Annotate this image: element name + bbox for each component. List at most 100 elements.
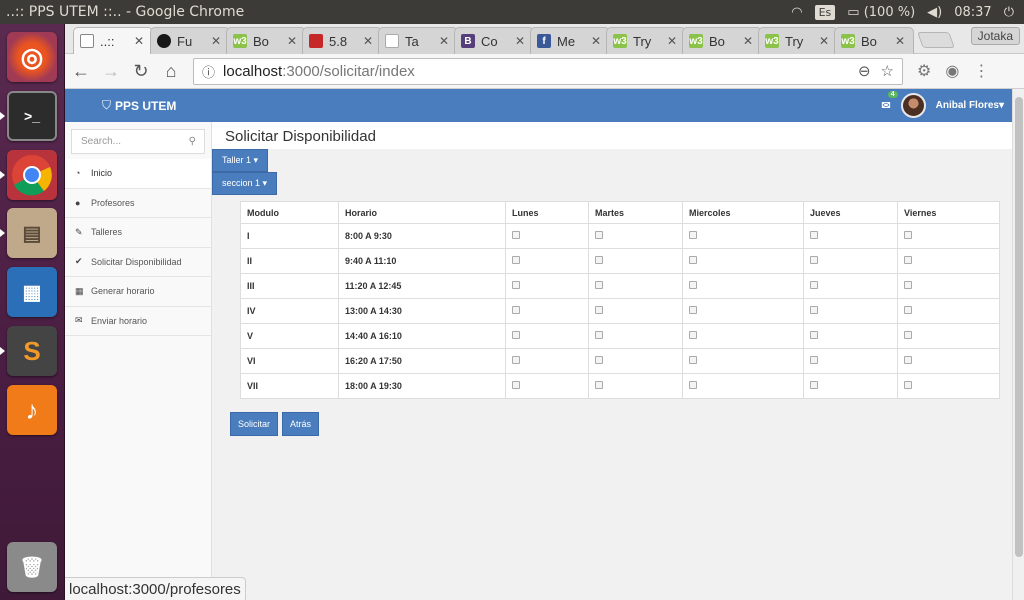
sidebar-item-inicio[interactable]: ◔ Inicio [65,159,211,189]
checkbox[interactable] [595,281,603,289]
tab-active[interactable]: ..:: ✕ [73,27,153,54]
tab[interactable]: w3 Try ✕ [758,27,838,54]
extension-icon[interactable]: ⚙ [917,61,931,81]
taller-dropdown[interactable]: Taller 1 ▾ [212,149,269,172]
checkbox[interactable] [904,281,912,289]
close-icon[interactable]: ✕ [515,34,527,48]
checkbox[interactable] [595,256,603,264]
close-icon[interactable]: ✕ [591,34,603,48]
battery-indicator[interactable]: ▭ (100 %) [847,5,915,20]
ubuntu-dash-icon[interactable]: ◎ [7,32,57,82]
solicitar-button[interactable]: Solicitar [230,412,279,436]
checkbox[interactable] [689,356,697,364]
forward-icon[interactable]: → [97,57,125,85]
close-icon[interactable]: ✕ [667,34,679,48]
checkbox[interactable] [689,331,697,339]
checkbox[interactable] [595,231,603,239]
sidebar-item-generar[interactable]: ▦ Generar horario [65,277,211,307]
terminal-icon[interactable]: >_ [7,91,57,141]
tab[interactable]: f Me ✕ [530,27,610,54]
checkbox[interactable] [512,256,520,264]
checkbox[interactable] [689,381,697,389]
close-icon[interactable]: ✕ [895,34,907,48]
power-icon[interactable]: ⏻ [1004,5,1014,20]
zoom-icon[interactable]: ⊖ [858,62,871,80]
seccion-dropdown[interactable]: seccion 1 ▾ [212,172,278,195]
trash-icon[interactable]: 🗑 [7,542,57,592]
checkbox[interactable] [512,231,520,239]
checkbox[interactable] [512,306,520,314]
page-scrollbar[interactable] [1012,89,1024,600]
search-icon[interactable]: ⚲ [189,136,196,147]
sidebar-item-enviar[interactable]: ✉ Enviar horario [65,307,211,336]
sidebar-item-talleres[interactable]: ✎ Talleres [65,218,211,248]
info-icon[interactable]: ⓘ [202,62,215,81]
checkbox[interactable] [810,256,818,264]
address-bar[interactable]: ⓘ localhost:3000/solicitar/index ⊖ ☆ [193,57,903,85]
checkbox[interactable] [512,331,520,339]
keyboard-layout-indicator[interactable]: Es [814,4,836,20]
close-icon[interactable]: ✕ [287,34,299,48]
close-icon[interactable]: ✕ [819,34,831,48]
close-icon[interactable]: ✕ [134,34,146,48]
avatar[interactable] [900,93,926,118]
checkbox[interactable] [904,381,912,389]
checkbox[interactable] [595,381,603,389]
checkbox[interactable] [904,356,912,364]
files-icon[interactable]: ▤ [7,208,57,258]
clock[interactable]: 08:37 [954,5,991,20]
brand[interactable]: ⛉ PPS UTEM [102,98,176,113]
tab[interactable]: B Co ✕ [454,27,534,54]
checkbox[interactable] [689,306,697,314]
tab[interactable]: 5.8 ✕ [302,27,382,54]
checkbox[interactable] [810,306,818,314]
checkbox[interactable] [512,356,520,364]
tab[interactable]: Fu ✕ [150,27,230,54]
sidebar-item-profesores[interactable]: ● Profesores [65,189,211,218]
tab[interactable]: w3 Bo ✕ [682,27,762,54]
mail-button[interactable]: ✉ 4 [881,91,898,112]
close-icon[interactable]: ✕ [743,34,755,48]
wifi-icon[interactable]: ◠ [791,5,802,20]
checkbox[interactable] [904,306,912,314]
user-menu[interactable]: Anibal Flores▾ [936,100,1004,111]
music-icon[interactable]: ♪ [7,385,57,435]
volume-icon[interactable]: ◀) [927,5,942,20]
checkbox[interactable] [512,381,520,389]
extension-film-icon[interactable]: ◉ [945,61,959,81]
chrome-icon[interactable] [7,150,57,200]
menu-icon[interactable]: ⋮ [973,61,989,81]
checkbox[interactable] [689,281,697,289]
checkbox[interactable] [904,231,912,239]
search-input[interactable]: Search... ⚲ [71,129,205,154]
sublime-icon[interactable]: S [7,326,57,376]
checkbox[interactable] [512,281,520,289]
checkbox[interactable] [595,306,603,314]
bookmark-star-icon[interactable]: ☆ [881,62,894,80]
close-icon[interactable]: ✕ [211,34,223,48]
tab[interactable]: w3 Bo ✕ [226,27,306,54]
scrollbar-thumb[interactable] [1015,97,1023,557]
checkbox[interactable] [904,256,912,264]
checkbox[interactable] [810,281,818,289]
checkbox[interactable] [595,331,603,339]
tab[interactable]: w3 Bo ✕ [834,27,914,54]
new-tab-button[interactable] [917,32,955,48]
atras-button[interactable]: Atrás [282,412,320,436]
home-icon[interactable]: ⌂ [157,57,185,85]
checkbox[interactable] [810,231,818,239]
checkbox[interactable] [689,256,697,264]
checkbox[interactable] [904,331,912,339]
close-icon[interactable]: ✕ [439,34,451,48]
checkbox[interactable] [810,356,818,364]
writer-icon[interactable]: ▦ [7,267,57,317]
tab[interactable]: Ta ✕ [378,27,458,54]
checkbox[interactable] [595,356,603,364]
close-icon[interactable]: ✕ [363,34,375,48]
checkbox[interactable] [689,231,697,239]
checkbox[interactable] [810,381,818,389]
checkbox[interactable] [810,331,818,339]
tab[interactable]: w3 Try ✕ [606,27,686,54]
sidebar-item-solicitar[interactable]: ✔ Solicitar Disponibilidad [65,248,211,277]
profile-button[interactable]: Jotaka [970,27,1020,45]
